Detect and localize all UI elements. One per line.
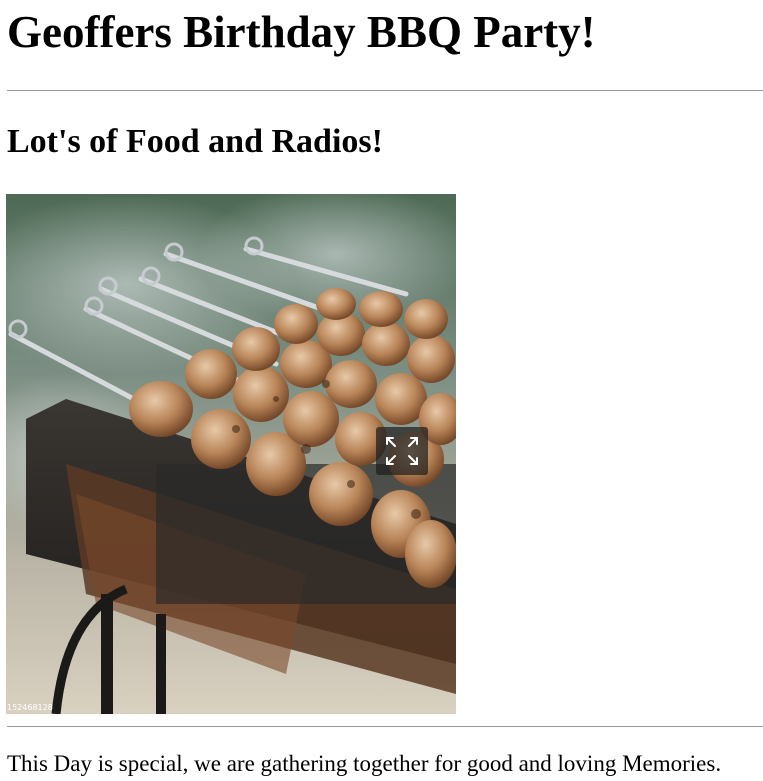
photo-id-label: 152468128 — [7, 703, 53, 712]
section-heading: Lot's of Food and Radios! — [7, 123, 383, 160]
divider-top — [7, 90, 763, 91]
expand-button[interactable] — [376, 427, 428, 475]
page: Geoffers Birthday BBQ Party! Lot's of Fo… — [0, 0, 763, 781]
page-title: Geoffers Birthday BBQ Party! — [7, 7, 596, 57]
divider-bottom — [7, 726, 763, 727]
body-paragraph: This Day is special, we are gathering to… — [7, 751, 722, 776]
expand-arrows-icon — [386, 437, 418, 465]
bbq-photo: 152468128 — [6, 194, 456, 714]
